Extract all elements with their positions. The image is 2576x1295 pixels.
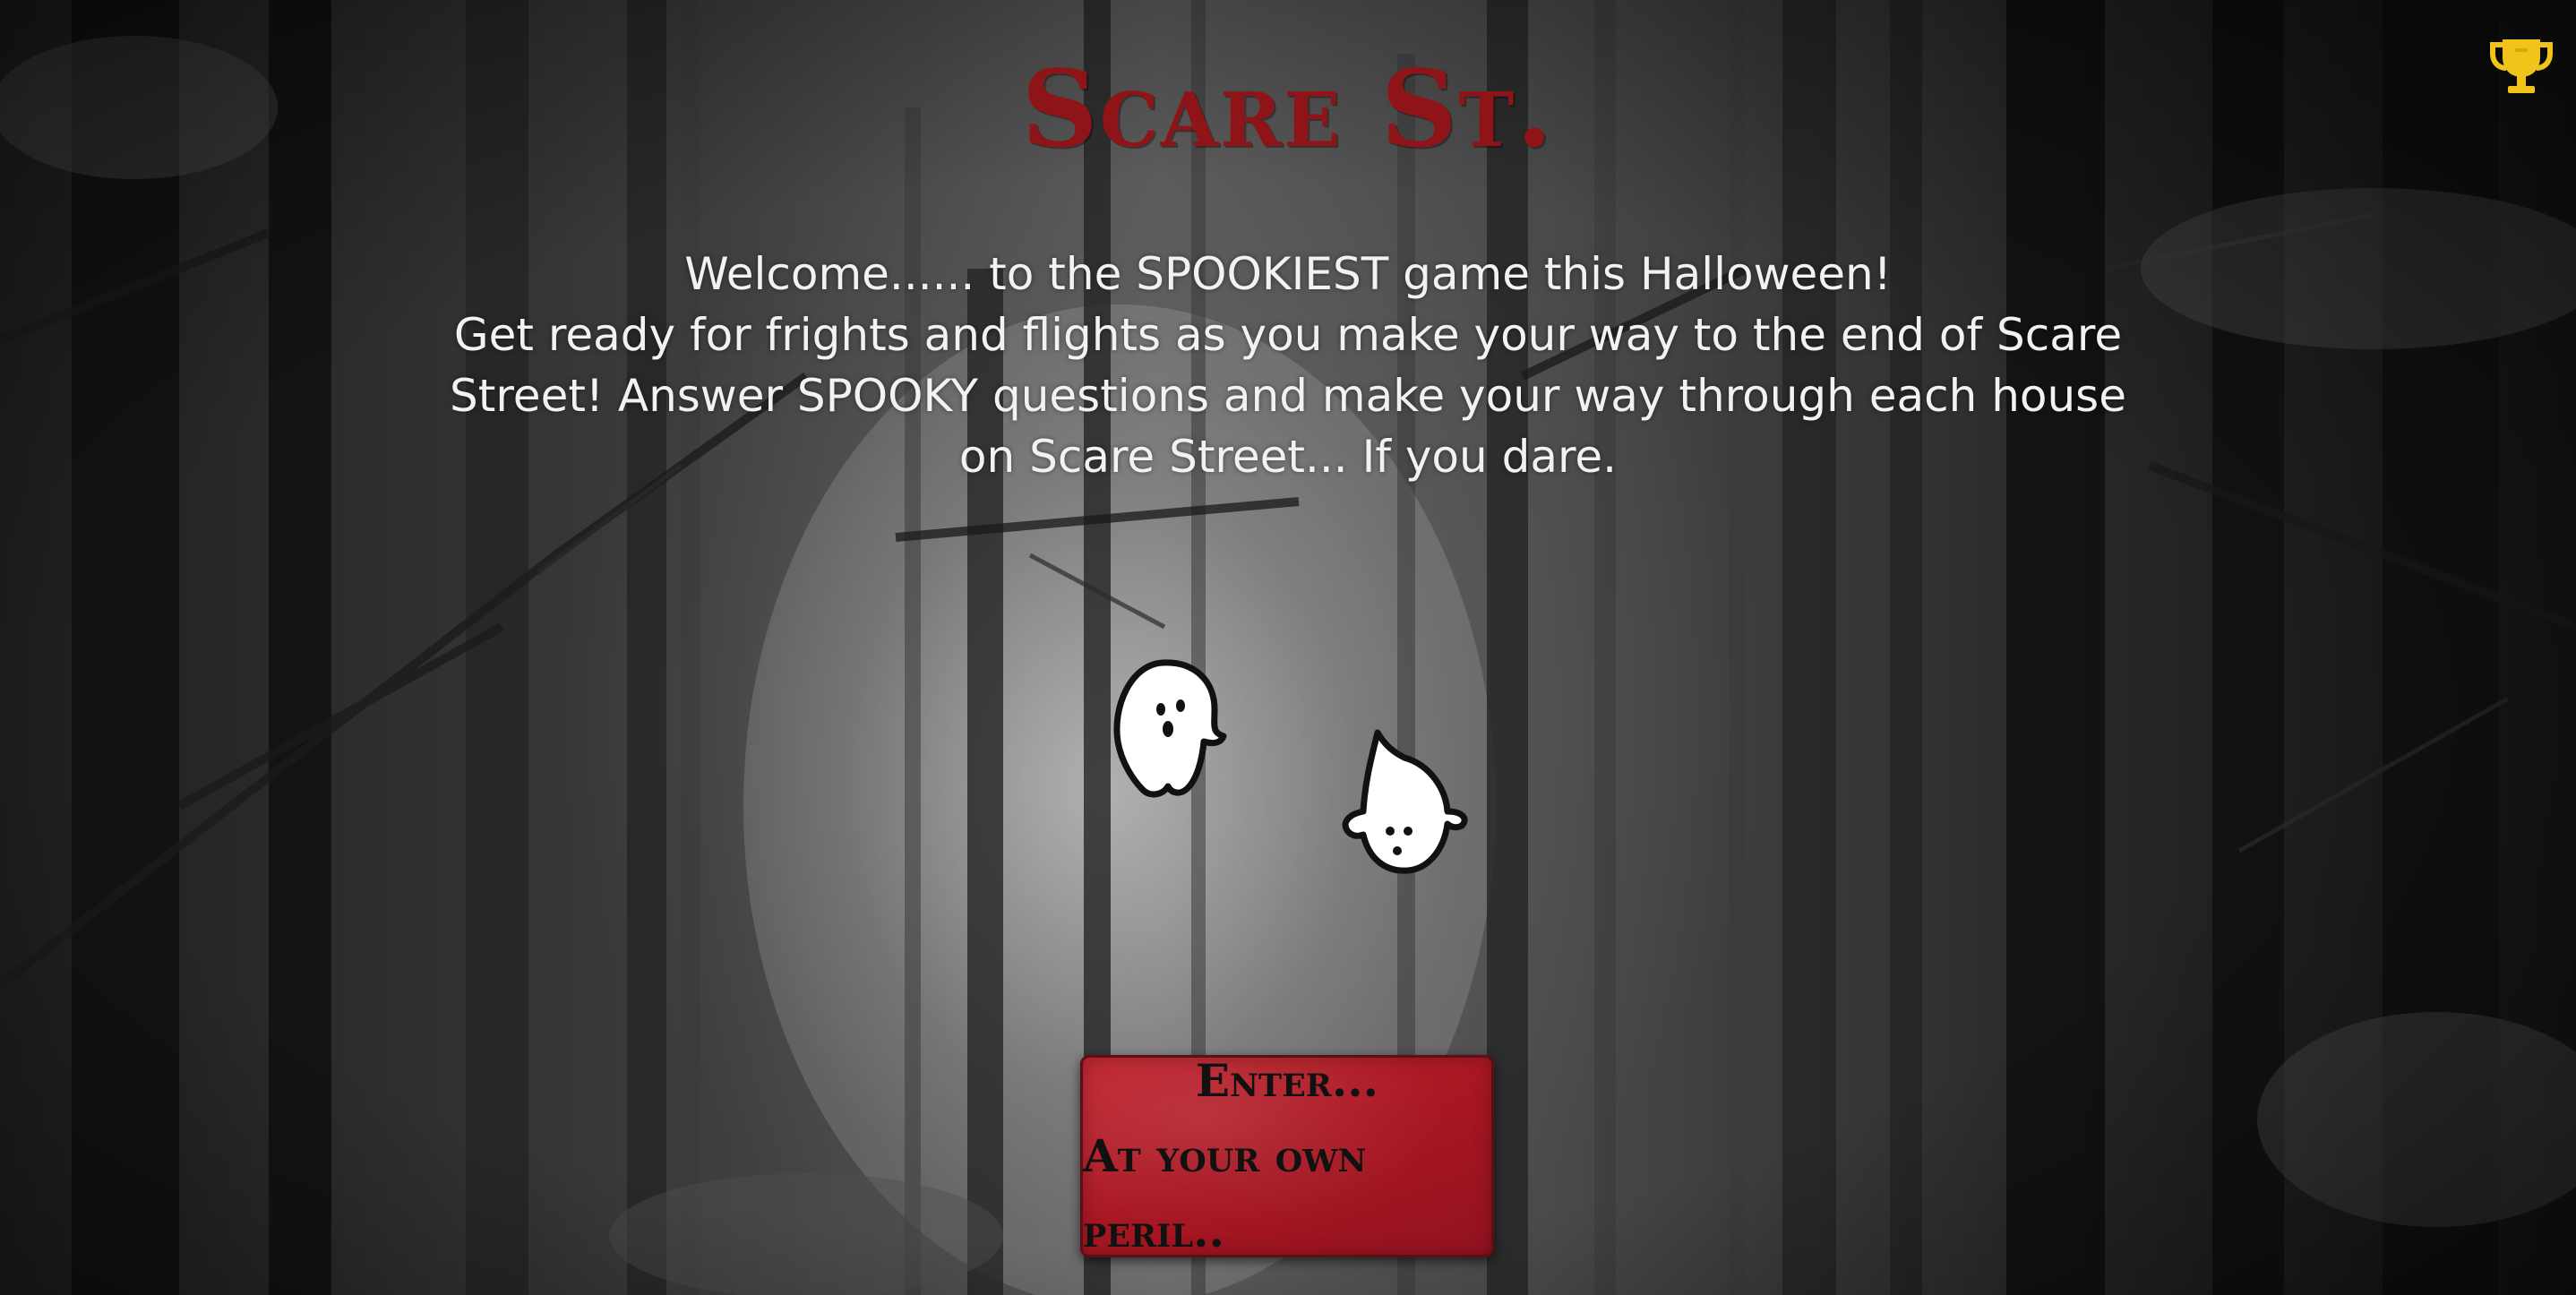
game-start-screen: Scare St. Welcome...... to the SPOOKIEST…	[0, 0, 2576, 1295]
intro-text: Welcome...... to the SPOOKIEST game this…	[430, 244, 2146, 487]
enter-button-label: Enter...	[1195, 1054, 1379, 1107]
enter-button-sublabel: At your own peril..	[1083, 1129, 1367, 1257]
intro-line-welcome: Welcome...... to the SPOOKIEST game this…	[684, 248, 1892, 300]
intro-line-instructions: Get ready for frights and flights as you…	[450, 309, 2126, 483]
enter-button[interactable]: Enter... At your own peril..	[1080, 1054, 1494, 1257]
ghost-icon	[1338, 725, 1471, 882]
ghost-icon	[1109, 654, 1230, 802]
game-title: Scare St.	[1021, 47, 1555, 171]
trophy-icon[interactable]	[2488, 34, 2555, 100]
